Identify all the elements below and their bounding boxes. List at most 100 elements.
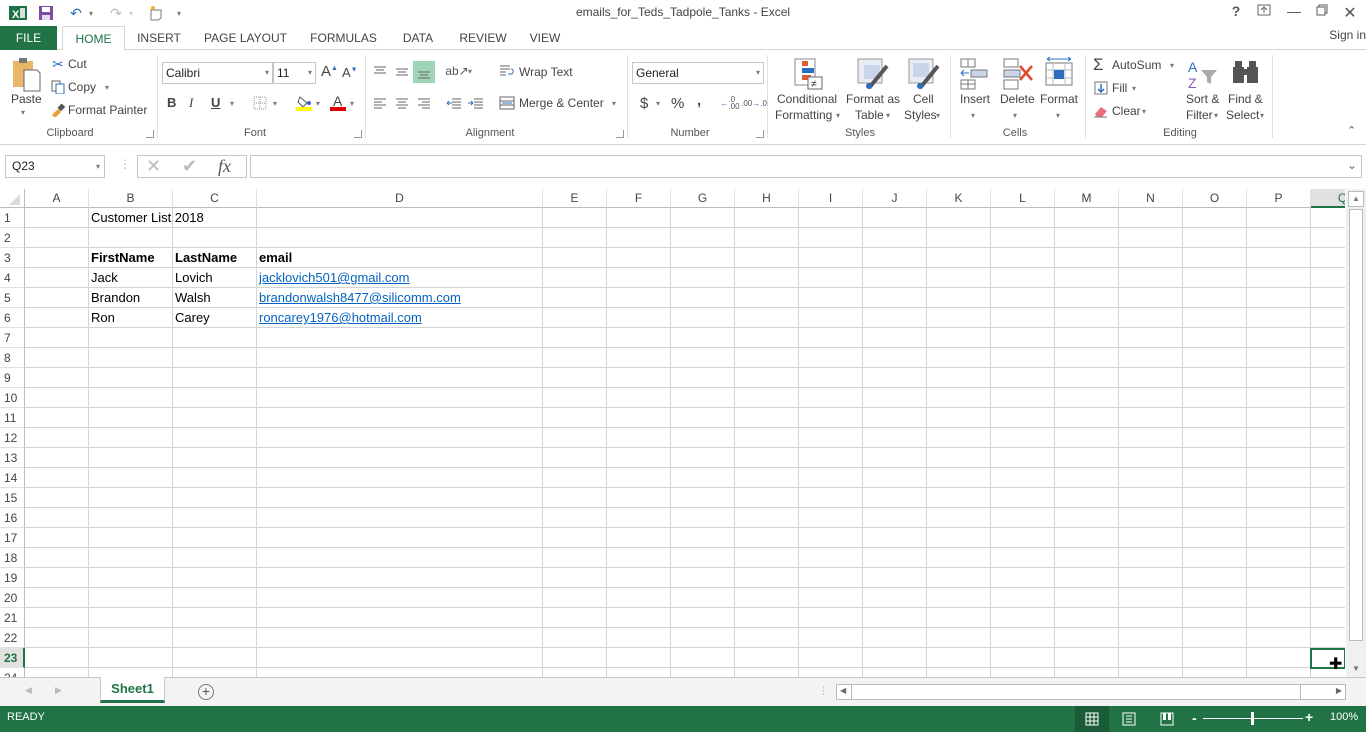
increase-indent-icon[interactable] bbox=[467, 95, 485, 111]
expand-formula-bar-icon[interactable]: ⌄ bbox=[1347, 158, 1357, 172]
row-header-24[interactable]: 24 bbox=[0, 668, 25, 677]
number-format-select[interactable]: General ▾ bbox=[632, 62, 764, 84]
clear-button[interactable]: Clear bbox=[1112, 104, 1141, 118]
scroll-right-icon[interactable]: ▶ bbox=[1336, 686, 1342, 695]
ribbon-display-icon[interactable] bbox=[1251, 3, 1277, 21]
horizontal-scrollbar[interactable]: ◀ ▶ bbox=[836, 684, 1346, 700]
row-header-14[interactable]: 14 bbox=[0, 468, 25, 488]
scroll-left-icon[interactable]: ◀ bbox=[840, 686, 846, 695]
collapse-ribbon-icon[interactable]: ⌃ bbox=[1347, 124, 1356, 137]
row-header-2[interactable]: 2 bbox=[0, 228, 25, 248]
wrap-text-button[interactable]: Wrap Text bbox=[519, 65, 573, 79]
tab-file[interactable]: FILE bbox=[0, 26, 57, 50]
alignment-launcher-icon[interactable] bbox=[616, 130, 624, 138]
vertical-scrollbar[interactable]: ▲ ▼ bbox=[1346, 189, 1366, 677]
find-select-button[interactable]: Find & bbox=[1228, 92, 1263, 106]
currency-dropdown-icon[interactable]: ▾ bbox=[656, 99, 660, 108]
scroll-up-icon[interactable]: ▲ bbox=[1348, 191, 1364, 207]
font-size-select[interactable]: 11 ▾ bbox=[273, 62, 316, 84]
select-all-button[interactable] bbox=[0, 189, 25, 208]
copy-dropdown-icon[interactable]: ▾ bbox=[105, 83, 109, 92]
confirm-entry-icon[interactable]: ✔ bbox=[182, 156, 197, 177]
cell-b1[interactable]: Customer List 2018 bbox=[89, 208, 204, 228]
row-header-20[interactable]: 20 bbox=[0, 588, 25, 608]
row-header-13[interactable]: 13 bbox=[0, 448, 25, 468]
font-color-dropdown-icon[interactable]: ▾ bbox=[350, 99, 354, 108]
column-header-l[interactable]: L bbox=[991, 189, 1055, 208]
paste-button[interactable]: Paste bbox=[11, 92, 42, 106]
scroll-down-icon[interactable]: ▼ bbox=[1348, 662, 1364, 676]
horizontal-scroll-thumb[interactable] bbox=[851, 685, 1301, 699]
merge-center-button[interactable]: Merge & Center bbox=[519, 96, 604, 110]
name-box[interactable]: Q23 ▾ bbox=[5, 155, 105, 178]
fill-button[interactable]: Fill bbox=[1112, 81, 1127, 95]
align-right-icon[interactable] bbox=[415, 95, 433, 111]
paste-dropdown-icon[interactable]: ▾ bbox=[21, 108, 25, 117]
clipboard-launcher-icon[interactable] bbox=[146, 130, 154, 138]
tab-formulas[interactable]: FORMULAS bbox=[305, 26, 382, 50]
borders-icon[interactable] bbox=[252, 96, 268, 110]
conditional-formatting-button[interactable]: Conditional bbox=[777, 92, 837, 106]
merge-center-dropdown-icon[interactable]: ▾ bbox=[612, 99, 616, 108]
name-box-dropdown-icon[interactable]: ▾ bbox=[96, 156, 100, 177]
increase-decimal-icon[interactable]: ← .0.00 bbox=[720, 95, 739, 111]
format-as-table-button[interactable]: Format as bbox=[846, 92, 900, 106]
row-header-6[interactable]: 6 bbox=[0, 308, 25, 328]
cell-d3[interactable]: email bbox=[257, 248, 292, 268]
orientation-dropdown-icon[interactable]: ▾ bbox=[468, 67, 472, 76]
column-header-a[interactable]: A bbox=[25, 189, 89, 208]
row-header-3[interactable]: 3 bbox=[0, 248, 25, 268]
column-header-d[interactable]: D bbox=[257, 189, 543, 208]
cut-button[interactable]: Cut bbox=[68, 57, 87, 71]
tab-home[interactable]: HOME bbox=[62, 26, 125, 51]
zoom-level[interactable]: 100% bbox=[1330, 711, 1358, 723]
decrease-indent-icon[interactable] bbox=[445, 95, 463, 111]
cell-d6[interactable]: roncarey1976@hotmail.com bbox=[257, 308, 422, 328]
row-header-23[interactable]: 23 bbox=[0, 648, 25, 668]
increase-font-size-icon[interactable]: A▲ bbox=[321, 63, 338, 80]
worksheet-grid[interactable]: ABCDEFGHIJKLMNOPQ 1 2 3 4 5 6 7 8 9 10 11 12 13 14 15 1… bbox=[0, 189, 1345, 677]
zoom-out-icon[interactable]: - bbox=[1192, 710, 1197, 726]
paste-icon[interactable] bbox=[10, 56, 42, 92]
column-header-m[interactable]: M bbox=[1055, 189, 1119, 208]
align-center-icon[interactable] bbox=[393, 95, 411, 111]
row-header-4[interactable]: 4 bbox=[0, 268, 25, 288]
cell-b4[interactable]: Jack bbox=[89, 268, 118, 288]
insert-function-icon[interactable]: fx bbox=[218, 156, 231, 177]
format-cells-button[interactable]: Format bbox=[1040, 92, 1078, 106]
row-header-18[interactable]: 18 bbox=[0, 548, 25, 568]
tab-insert[interactable]: INSERT bbox=[132, 26, 186, 50]
fill-color-dropdown-icon[interactable]: ▾ bbox=[316, 99, 320, 108]
tab-data[interactable]: DATA bbox=[394, 26, 442, 50]
row-header-21[interactable]: 21 bbox=[0, 608, 25, 628]
column-header-h[interactable]: H bbox=[735, 189, 799, 208]
row-header-7[interactable]: 7 bbox=[0, 328, 25, 348]
percent-button[interactable]: % bbox=[671, 95, 684, 112]
tab-view[interactable]: VIEW bbox=[524, 26, 566, 50]
column-header-c[interactable]: C bbox=[173, 189, 257, 208]
next-sheet-icon[interactable]: ▶ bbox=[55, 685, 62, 696]
cancel-entry-icon[interactable]: ✕ bbox=[146, 156, 161, 177]
column-header-j[interactable]: J bbox=[863, 189, 927, 208]
column-header-i[interactable]: I bbox=[799, 189, 863, 208]
underline-dropdown-icon[interactable]: ▾ bbox=[230, 99, 234, 108]
copy-button[interactable]: Copy bbox=[68, 80, 96, 94]
decrease-decimal-icon[interactable]: .00→.0 bbox=[741, 95, 767, 111]
fill-dropdown-icon[interactable]: ▾ bbox=[1132, 84, 1136, 93]
cell-d5[interactable]: brandonwalsh8477@silicomm.com bbox=[257, 288, 461, 308]
cell-c5[interactable]: Walsh bbox=[173, 288, 211, 308]
row-header-8[interactable]: 8 bbox=[0, 348, 25, 368]
bold-button[interactable]: B bbox=[167, 95, 176, 110]
formula-bar-grip-icon[interactable]: ⋮ bbox=[119, 157, 131, 171]
page-layout-view-icon[interactable] bbox=[1122, 712, 1136, 729]
zoom-in-icon[interactable]: + bbox=[1305, 709, 1313, 725]
cell-c4[interactable]: Lovich bbox=[173, 268, 213, 288]
tab-review[interactable]: REVIEW bbox=[454, 26, 512, 50]
sign-in-link[interactable]: Sign in bbox=[1329, 28, 1366, 42]
page-break-preview-icon[interactable] bbox=[1160, 712, 1174, 729]
cell-d4[interactable]: jacklovich501@gmail.com bbox=[257, 268, 409, 288]
cell-styles-button[interactable]: Cell bbox=[913, 92, 934, 106]
minimize-icon[interactable]: — bbox=[1281, 3, 1307, 21]
font-color-icon[interactable]: A bbox=[329, 93, 346, 112]
vertical-scroll-thumb[interactable] bbox=[1349, 209, 1363, 641]
